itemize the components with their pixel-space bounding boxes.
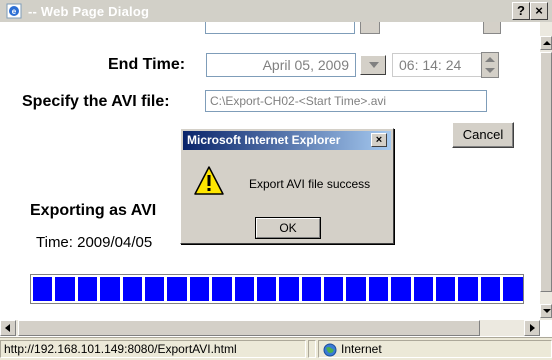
progress-block bbox=[122, 277, 142, 301]
message-box-title: Microsoft Internet Explorer bbox=[187, 133, 341, 147]
progress-block bbox=[33, 277, 53, 301]
progress-block bbox=[279, 277, 299, 301]
message-box: Microsoft Internet Explorer × Export AVI… bbox=[180, 128, 394, 244]
scroll-down-icon[interactable] bbox=[540, 304, 552, 318]
exporting-label: Exporting as AVI bbox=[30, 202, 157, 219]
avi-file-label: Specify the AVI file: bbox=[22, 93, 170, 110]
cancel-button[interactable]: Cancel bbox=[452, 122, 514, 148]
progress-block bbox=[391, 277, 411, 301]
zone-label: Internet bbox=[341, 342, 382, 356]
message-box-close-button[interactable]: × bbox=[371, 133, 387, 147]
close-button[interactable]: × bbox=[530, 2, 548, 20]
globe-icon bbox=[323, 343, 337, 357]
horizontal-scrollbar[interactable] bbox=[0, 320, 540, 336]
avi-file-input[interactable]: C:\Export-CH02-<Start Time>.avi bbox=[205, 90, 487, 112]
horizontal-scroll-thumb[interactable] bbox=[18, 320, 480, 336]
scroll-up-icon[interactable] bbox=[540, 36, 552, 50]
scroll-right-icon[interactable] bbox=[524, 320, 540, 336]
export-time-label: Time: 2009/04/05 bbox=[36, 234, 153, 251]
svg-text:e: e bbox=[12, 7, 17, 16]
progress-block bbox=[234, 277, 254, 301]
help-button[interactable]: ? bbox=[512, 2, 530, 20]
start-date-dropdown[interactable] bbox=[360, 22, 380, 34]
status-panel bbox=[308, 340, 316, 358]
progress-block bbox=[144, 277, 165, 301]
progress-block bbox=[480, 277, 501, 301]
window-title: -- Web Page Dialog bbox=[28, 4, 150, 19]
spin-up-icon[interactable] bbox=[485, 57, 495, 62]
end-date-field[interactable]: April 05, 2009 bbox=[206, 53, 356, 77]
progress-block bbox=[324, 277, 344, 301]
progress-block bbox=[346, 277, 366, 301]
progress-block bbox=[189, 277, 210, 301]
progress-block bbox=[368, 277, 389, 301]
end-time-label: End Time: bbox=[108, 56, 186, 73]
end-time-field[interactable]: 06: 14: 24 bbox=[392, 53, 482, 77]
progress-block bbox=[212, 277, 232, 301]
export-progress-bar bbox=[30, 274, 524, 304]
vertical-scroll-thumb[interactable] bbox=[540, 52, 552, 292]
end-time-spinner[interactable] bbox=[481, 52, 499, 78]
progress-block bbox=[503, 277, 523, 301]
progress-block bbox=[55, 277, 75, 301]
window-title-bar: e -- Web Page Dialog ? × bbox=[0, 0, 552, 22]
progress-block bbox=[458, 277, 478, 301]
progress-block bbox=[413, 277, 434, 301]
scroll-left-icon[interactable] bbox=[0, 320, 16, 336]
progress-block bbox=[100, 277, 120, 301]
progress-block bbox=[301, 277, 322, 301]
end-date-dropdown-button[interactable] bbox=[360, 55, 386, 75]
spin-down-icon[interactable] bbox=[485, 68, 495, 73]
vertical-scrollbar[interactable] bbox=[540, 22, 552, 320]
status-bar: http://192.168.101.149:8080/ExportAVI.ht… bbox=[0, 337, 552, 360]
ie-page-icon: e bbox=[6, 3, 22, 19]
start-date-field[interactable] bbox=[205, 22, 355, 34]
security-zone: Internet bbox=[318, 340, 552, 358]
progress-block bbox=[167, 277, 187, 301]
message-text: Export AVI file success bbox=[249, 177, 371, 191]
start-time-spinner[interactable] bbox=[483, 22, 501, 34]
progress-block bbox=[77, 277, 98, 301]
progress-block bbox=[436, 277, 456, 301]
progress-block bbox=[256, 277, 277, 301]
message-box-title-bar: Microsoft Internet Explorer × bbox=[183, 131, 391, 150]
status-url: http://192.168.101.149:8080/ExportAVI.ht… bbox=[0, 340, 306, 358]
ok-button[interactable]: OK bbox=[255, 217, 321, 239]
warning-icon bbox=[194, 166, 224, 195]
